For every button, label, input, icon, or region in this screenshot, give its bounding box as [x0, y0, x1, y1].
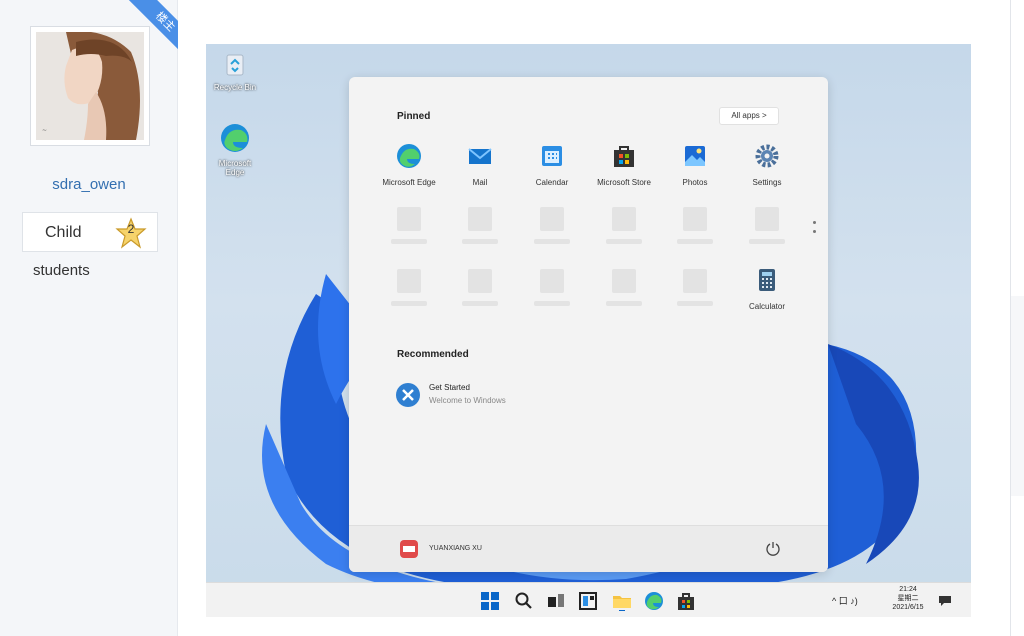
recommended-title: Get Started	[429, 383, 470, 392]
right-panel-edge	[1011, 296, 1024, 496]
start-button-icon[interactable]	[480, 591, 500, 611]
op-badge-label: 楼主	[128, 0, 178, 50]
op-badge: 楼主	[128, 0, 178, 50]
pinned-placeholder	[445, 207, 515, 244]
user-role: students	[33, 262, 90, 279]
pinned-placeholder	[589, 269, 659, 306]
pinned-page-dots[interactable]	[813, 221, 817, 239]
pinned-app-calendar[interactable]: Calendar	[517, 143, 587, 187]
forum-post-page: ~ 楼主 sdra_owen Child 2 students Recycle …	[0, 0, 1024, 636]
clock-time: 21:24	[899, 586, 917, 593]
pinned-placeholder	[732, 207, 802, 244]
notification-icon[interactable]	[938, 595, 952, 607]
pinned-placeholder	[517, 269, 587, 306]
desktop-icon-edge[interactable]: Microsoft Edge	[212, 122, 258, 177]
pinned-placeholder	[660, 269, 730, 306]
user-group-badge: Child 2	[22, 212, 158, 252]
start-menu-footer: YUANXIANG XU	[349, 525, 828, 572]
user-level: 2	[127, 222, 135, 236]
post-image-windows-desktop[interactable]: Recycle Bin Microsoft Edge Pinned All ap…	[206, 44, 971, 617]
pinned-app-mail[interactable]: Mail	[445, 143, 515, 187]
start-menu: Pinned All apps > Microsoft Edge Mail Ca…	[349, 77, 828, 572]
calendar-icon	[542, 146, 562, 166]
user-info-sidebar: ~ 楼主 sdra_owen Child 2 students	[0, 0, 178, 636]
pinned-app-store[interactable]: Microsoft Store	[589, 143, 659, 187]
recycle-bin-icon	[226, 54, 244, 76]
pinned-placeholder	[445, 269, 515, 306]
pinned-placeholder	[589, 207, 659, 244]
recommended-heading: Recommended	[397, 349, 469, 360]
recommended-item-get-started[interactable]: Get Started Welcome to Windows	[395, 380, 595, 410]
user-group-label: Child	[45, 224, 82, 241]
pinned-app-label: Settings	[752, 178, 782, 187]
pinned-placeholder	[374, 269, 444, 306]
file-explorer-icon[interactable]	[612, 591, 632, 611]
task-view-icon[interactable]	[546, 591, 566, 611]
user-avatar-icon[interactable]	[399, 539, 419, 559]
store-icon[interactable]	[676, 591, 696, 611]
system-tray-icons[interactable]: ^ 口 ♪)	[832, 594, 858, 607]
get-started-icon	[396, 383, 420, 407]
svg-text:~: ~	[42, 127, 47, 134]
calculator-icon	[759, 269, 775, 291]
pinned-heading: Pinned	[397, 111, 431, 122]
mail-icon	[468, 148, 492, 164]
clock-weekday: 星期二	[897, 595, 919, 602]
widgets-icon[interactable]	[578, 591, 598, 611]
recommended-subtitle: Welcome to Windows	[429, 396, 506, 405]
desktop-icon-recycle-bin[interactable]: Recycle Bin	[212, 52, 258, 92]
photos-icon	[685, 146, 705, 166]
pinned-placeholder	[660, 207, 730, 244]
clock-date: 2021/6/15	[892, 604, 924, 611]
pinned-placeholder	[517, 207, 587, 244]
start-user-name[interactable]: YUANXIANG XU	[429, 545, 482, 552]
all-apps-button[interactable]: All apps >	[719, 107, 779, 125]
pinned-app-label: Photos	[682, 178, 708, 187]
search-icon[interactable]	[514, 591, 534, 611]
desktop-icon-label: Recycle Bin	[213, 83, 257, 92]
desktop-icon-label: Microsoft Edge	[218, 159, 252, 177]
pinned-app-photos[interactable]: Photos	[660, 143, 730, 187]
pinned-app-label: Mail	[472, 178, 488, 187]
edge-icon	[221, 124, 249, 152]
taskbar: ^ 口 ♪) 21:24 星期二 2021/6/15	[206, 582, 971, 617]
taskbar-clock[interactable]: 21:24 星期二 2021/6/15	[886, 585, 930, 612]
username-link[interactable]: sdra_owen	[0, 176, 178, 193]
edge-icon[interactable]	[644, 591, 664, 611]
pinned-app-calculator[interactable]: Calculator	[732, 267, 802, 311]
power-icon[interactable]	[765, 540, 781, 556]
pinned-app-label: Microsoft Edge	[382, 178, 436, 187]
pinned-app-settings[interactable]: Settings	[732, 143, 802, 187]
pinned-app-label: Calculator	[748, 302, 785, 311]
pinned-app-label: Calendar	[535, 178, 569, 187]
store-icon	[614, 146, 634, 167]
pinned-placeholder	[374, 207, 444, 244]
settings-icon	[755, 144, 779, 168]
edge-icon	[397, 144, 421, 168]
pinned-app-edge[interactable]: Microsoft Edge	[374, 143, 444, 187]
pinned-app-label: Microsoft Store	[597, 178, 651, 187]
